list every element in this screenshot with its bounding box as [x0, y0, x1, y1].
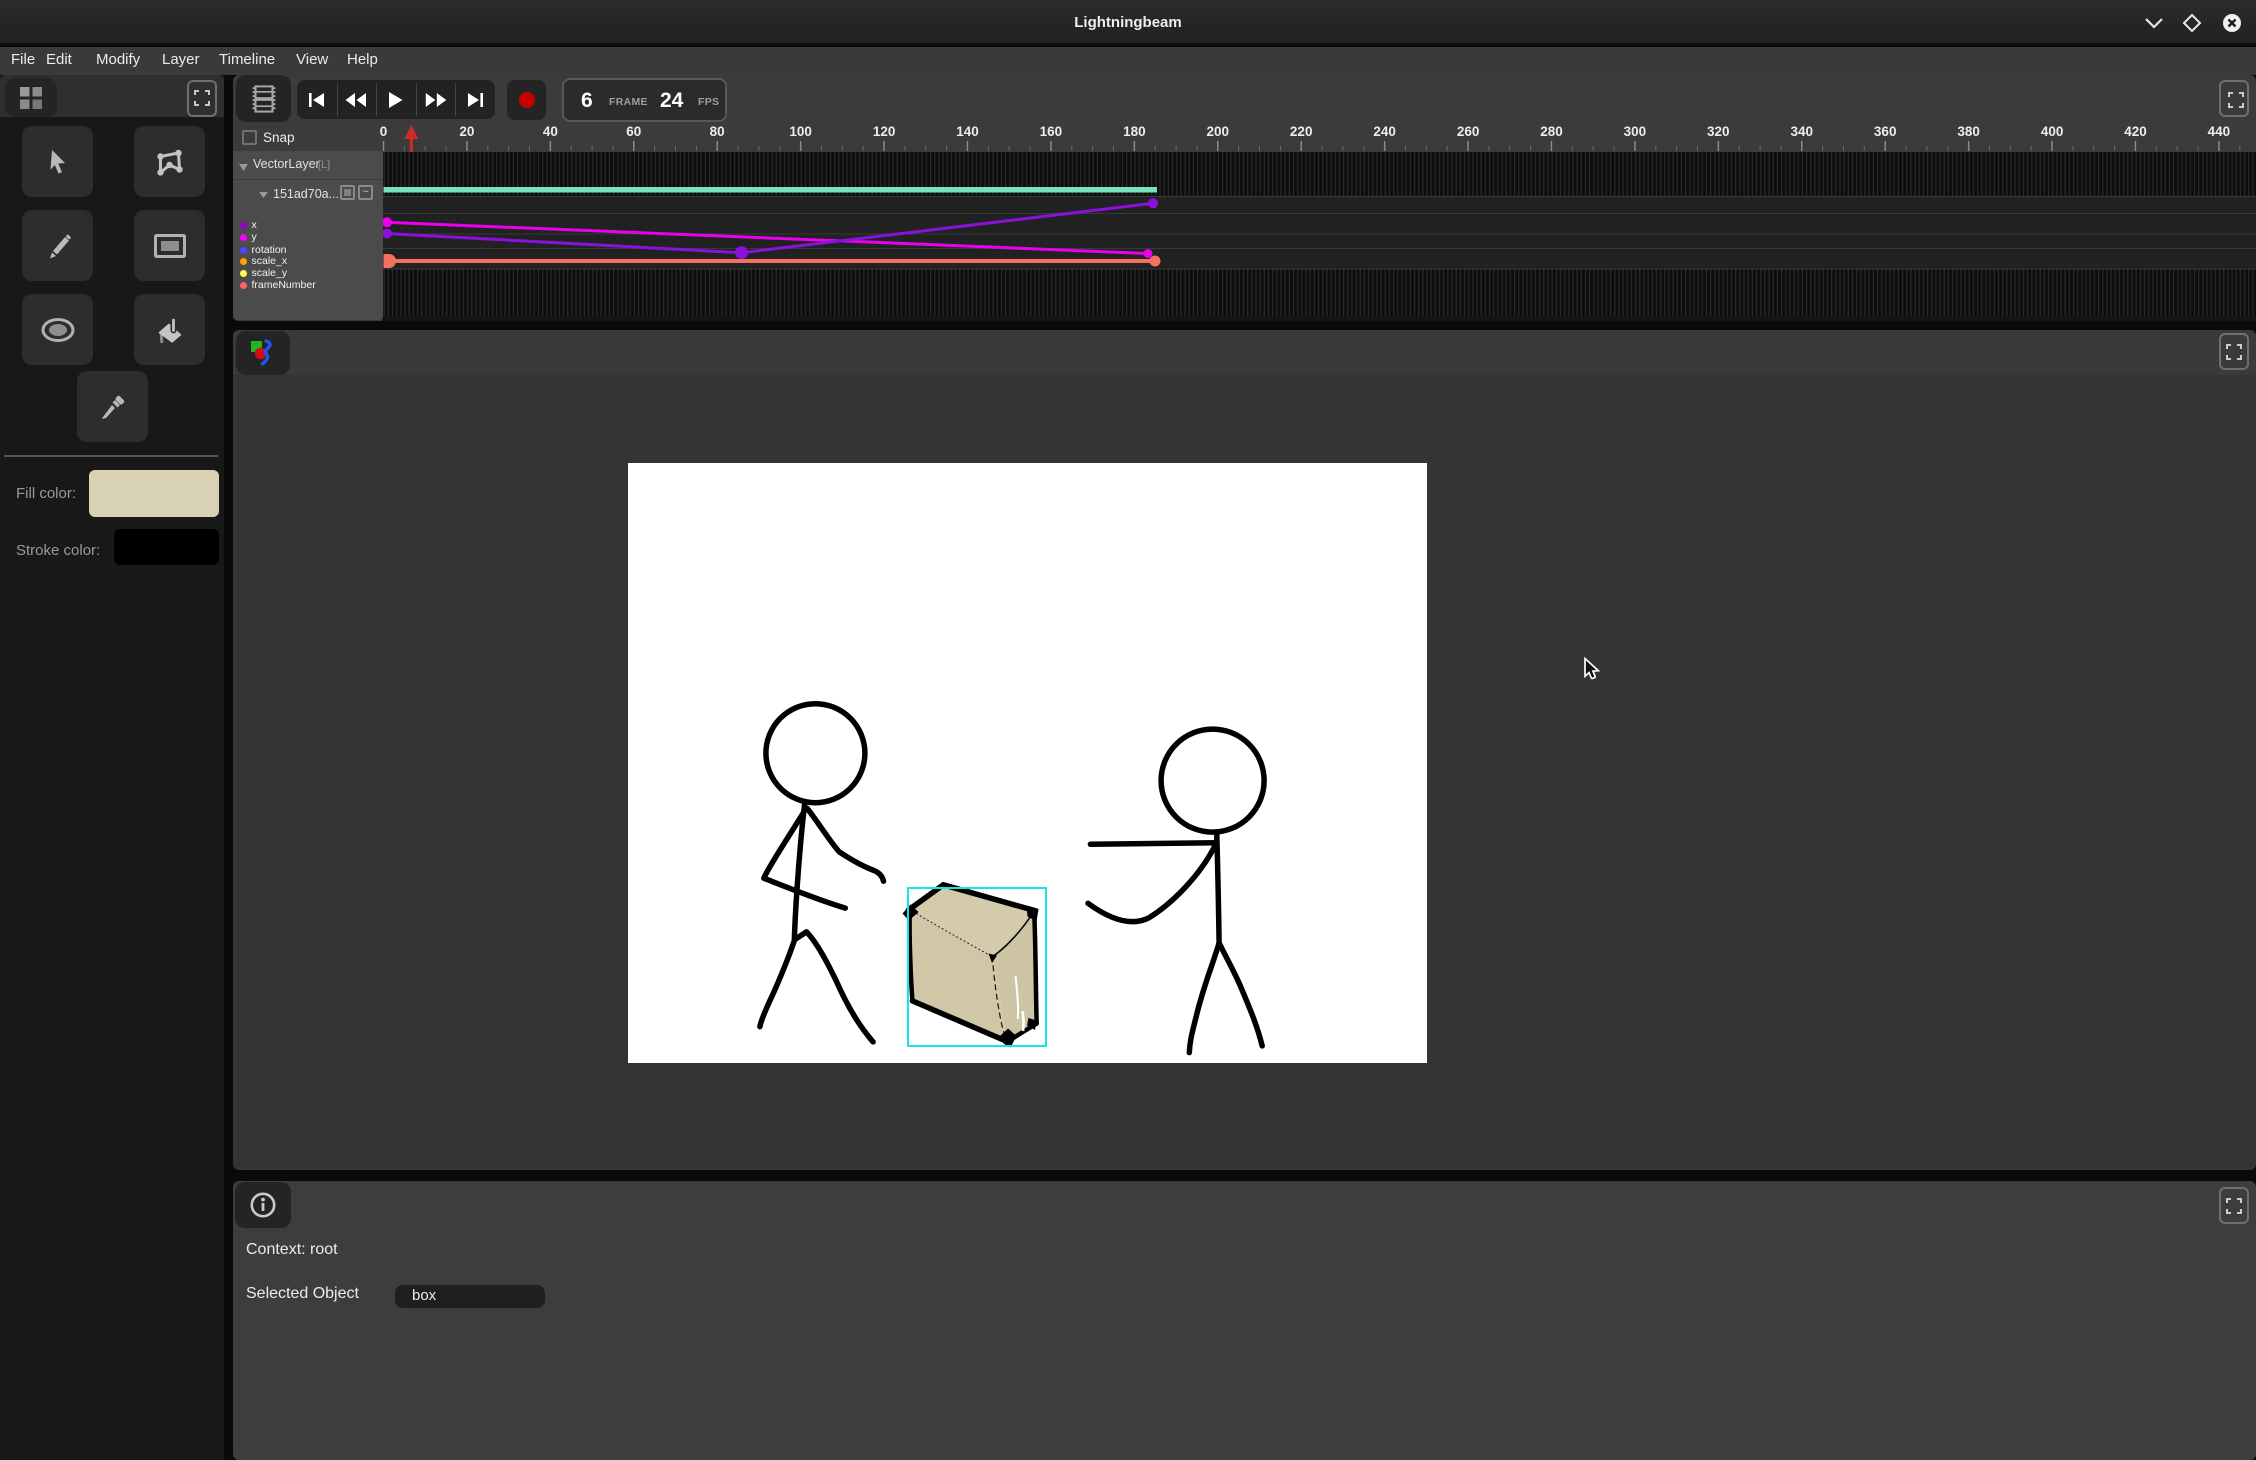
- svg-text:440: 440: [2208, 124, 2231, 139]
- svg-text:60: 60: [626, 124, 641, 139]
- svg-text:320: 320: [1707, 124, 1730, 139]
- svg-text:120: 120: [873, 124, 896, 139]
- svg-text:100: 100: [789, 124, 812, 139]
- svg-text:340: 340: [1791, 124, 1814, 139]
- svg-text:0: 0: [380, 124, 388, 139]
- svg-text:300: 300: [1624, 124, 1647, 139]
- svg-text:160: 160: [1040, 124, 1063, 139]
- svg-text:200: 200: [1207, 124, 1230, 139]
- svg-text:40: 40: [543, 124, 558, 139]
- svg-text:220: 220: [1290, 124, 1313, 139]
- svg-text:420: 420: [2124, 124, 2147, 139]
- svg-text:260: 260: [1457, 124, 1480, 139]
- svg-text:400: 400: [2041, 124, 2064, 139]
- svg-text:140: 140: [956, 124, 979, 139]
- svg-text:180: 180: [1123, 124, 1146, 139]
- svg-text:20: 20: [459, 124, 474, 139]
- svg-text:80: 80: [710, 124, 725, 139]
- svg-text:360: 360: [1874, 124, 1897, 139]
- svg-text:380: 380: [1957, 124, 1980, 139]
- svg-text:280: 280: [1540, 124, 1563, 139]
- svg-text:240: 240: [1373, 124, 1396, 139]
